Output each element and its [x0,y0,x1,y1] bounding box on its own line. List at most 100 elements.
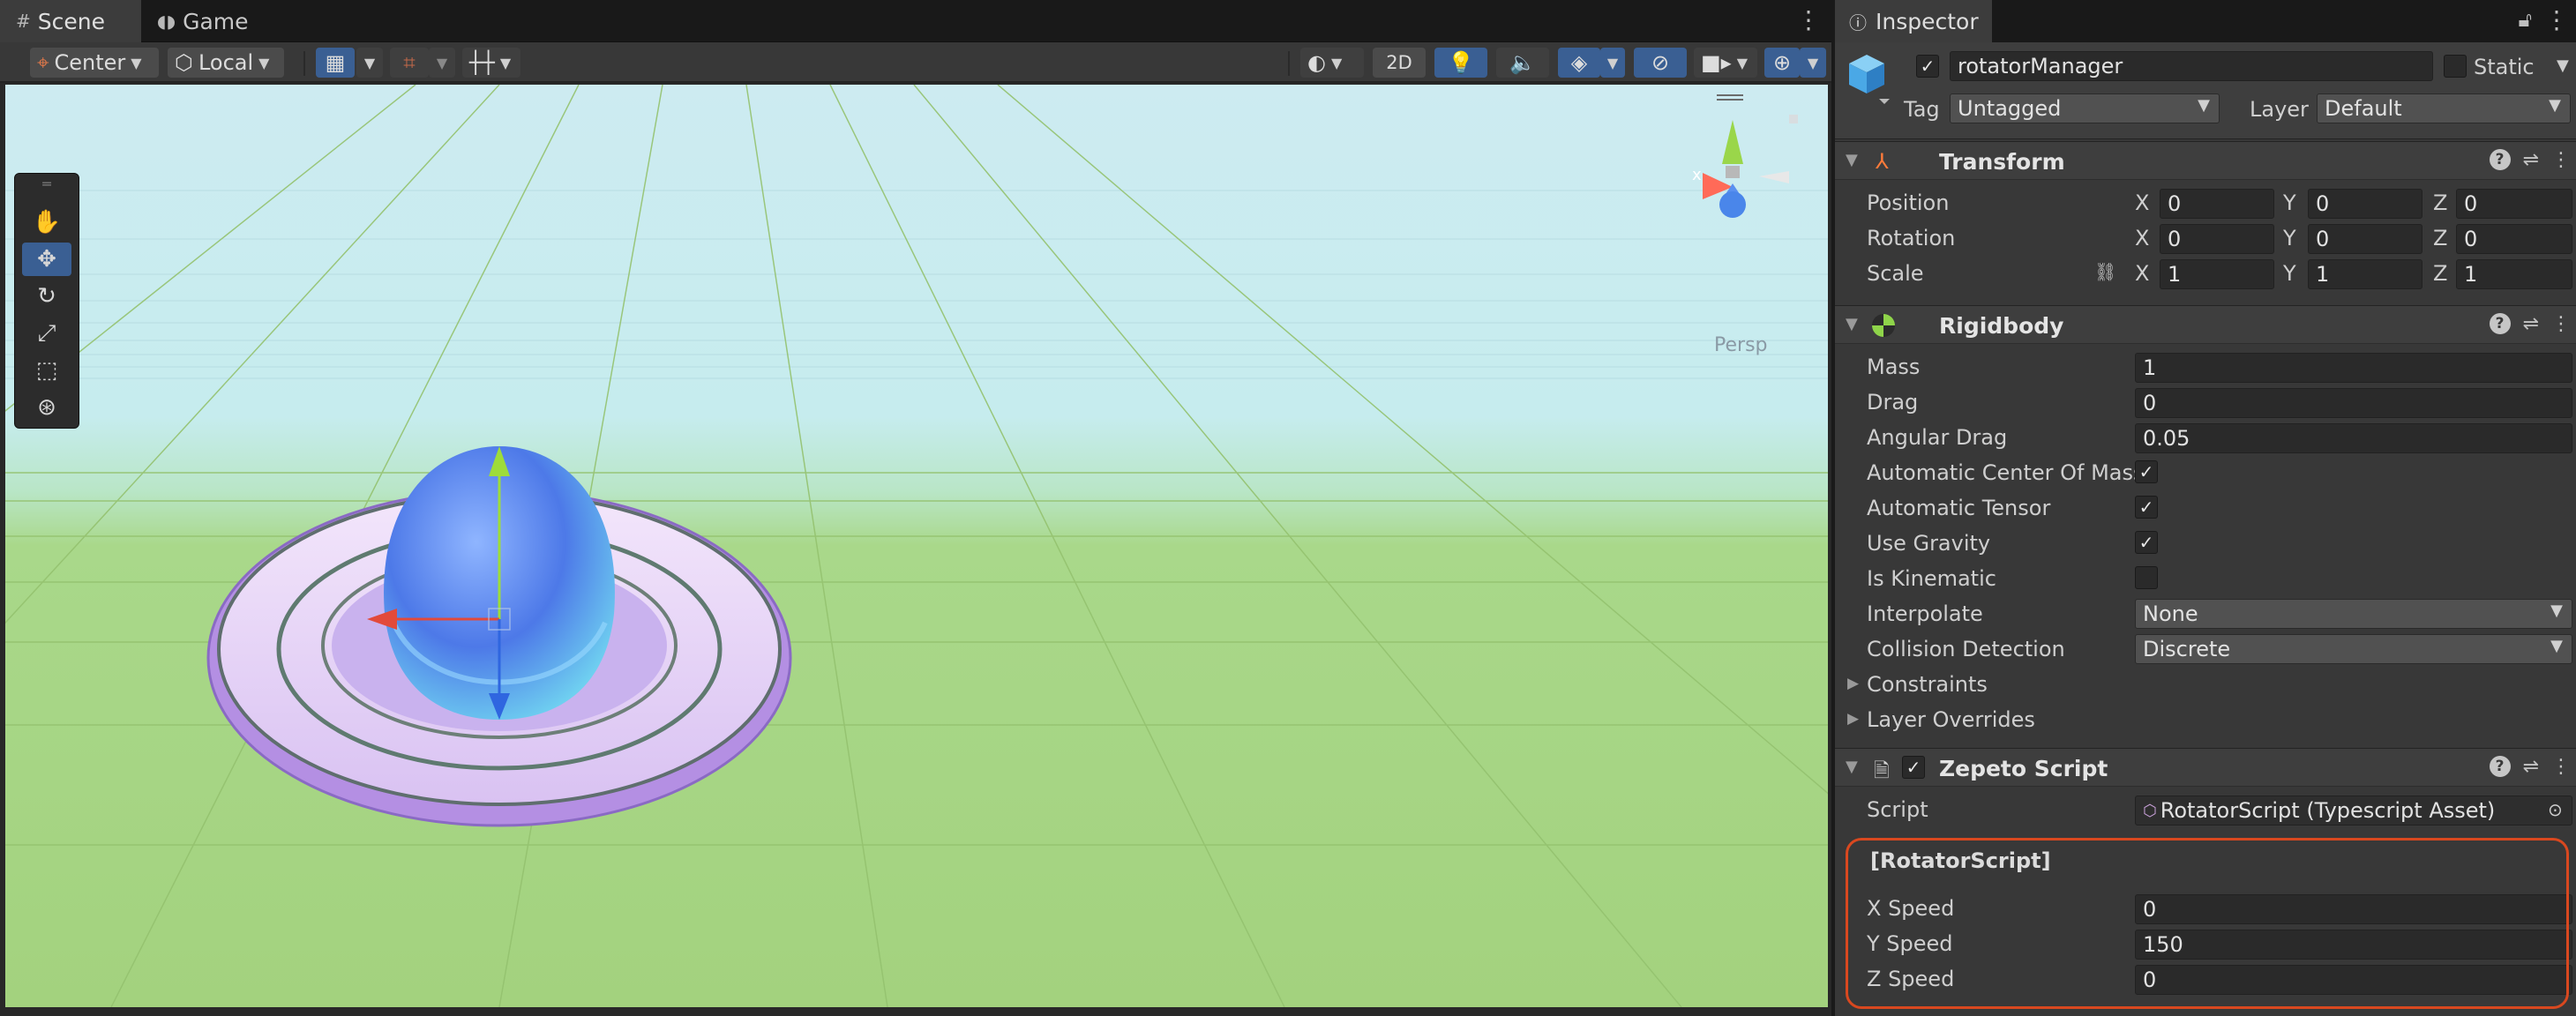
presets-sliders-icon[interactable]: ⇌ [2523,756,2539,778]
auto-com-checkbox[interactable]: ✓ [2135,460,2158,483]
constraints-foldout[interactable]: ▶ Constraints [1835,667,2576,702]
grid-snap-button[interactable]: ▦ [316,48,355,78]
layer-overrides-foldout[interactable]: ▶ Layer Overrides [1835,702,2576,737]
scene-toolbar: ⌖ Center ▼ ⬡ Local ▼ ▦ ▼ ⌗ ▼ ┼┼ ▼ ◐ ▼ 2D… [0,42,1831,83]
move-tool-button[interactable]: ✥ [22,243,71,276]
position-x-field[interactable]: 0 [2160,189,2274,219]
foldout-arrow-icon[interactable]: ▶ [1847,675,1859,692]
pivot-center-dropdown[interactable]: ⌖ Center ▼ [30,48,159,78]
axis-x-label: X [2135,190,2150,215]
foldout-arrow-icon[interactable]: ▼ [1846,315,1858,333]
rotation-y-field[interactable]: 0 [2308,224,2422,254]
presets-sliders-icon[interactable]: ⇌ [2523,149,2539,171]
ruler-snap-button[interactable]: ┼┼ ▼ [462,48,520,78]
scale-tool-button[interactable]: ⤢ [22,317,71,350]
x-speed-label: X Speed [1867,896,1955,921]
interpolate-dropdown[interactable]: None ▼ [2135,599,2572,629]
chevron-down-icon: ▼ [2549,96,2561,115]
tab-scene[interactable]: # Scene [0,0,141,42]
script-object-field[interactable]: ⬡ RotatorScript (Typescript Asset) [2135,796,2572,826]
static-checkbox[interactable] [2444,55,2467,78]
hand-tool-button[interactable]: ✋ [22,205,71,239]
orientation-gizmo[interactable]: x [1692,94,1798,218]
gizmo-globe-icon: ⊕ [1772,50,1792,75]
mass-field[interactable]: 1 [2135,353,2572,383]
grid-snap-dropdown[interactable]: ▼ [356,48,383,78]
link-constrain-icon[interactable]: ⛓ [2094,261,2116,282]
is-kinematic-row: Is Kinematic [1835,561,2576,596]
auto-tensor-checkbox[interactable]: ✓ [2135,496,2158,519]
z-speed-label: Z Speed [1867,967,1955,991]
is-kinematic-checkbox[interactable] [2135,566,2158,589]
transform-row-position: Position X 0 Y 0 Z 0 [1835,185,2576,220]
x-speed-field[interactable]: 0 [2135,894,2572,924]
z-speed-field[interactable]: 0 [2135,965,2572,995]
presets-sliders-icon[interactable]: ⇌ [2523,313,2539,335]
rigidbody-header[interactable]: ▼ Rigidbody ? ⇌ ⋮ [1835,305,2576,344]
lock-icon[interactable]: 🔓︎ [2518,7,2532,32]
angular-drag-field[interactable]: 0.05 [2135,423,2572,453]
draw-mode-dropdown[interactable]: ◐ ▼ [1300,48,1364,78]
tag-value: Untagged [1958,96,2062,121]
foldout-arrow-icon[interactable]: ▼ [1846,151,1858,169]
toggle-2d-button[interactable]: 2D [1373,48,1426,78]
gamepad-icon: ◖◗ [157,11,176,32]
collision-detection-row: Collision Detection Discrete ▼ [1835,631,2576,667]
rotate-tool-button[interactable]: ↻ [22,280,71,313]
object-picker-icon[interactable]: ⊙ [2548,799,2563,820]
component-menu-icon[interactable]: ⋮ [2551,313,2571,335]
layer-dropdown[interactable]: Default ▼ [2317,93,2571,123]
rotation-x-field[interactable]: 0 [2160,224,2274,254]
y-speed-field[interactable]: 150 [2135,930,2572,960]
audio-toggle-button[interactable]: 🔈 [1496,48,1549,78]
scale-x-field[interactable]: 1 [2160,259,2274,289]
gameobject-cube-icon[interactable] [1847,51,1891,106]
rect-tool-button[interactable]: ⬚ [22,354,71,387]
use-gravity-checkbox[interactable]: ✓ [2135,531,2158,554]
inspector-menu-icon[interactable]: ⋮ [2544,5,2569,34]
hidden-objects-button[interactable]: ⊘ [1634,48,1687,78]
zepeto-script-header[interactable]: ▼ 🗎 ✓ Zepeto Script ? ⇌ ⋮ [1835,748,2576,787]
rotation-z-field[interactable]: 0 [2456,224,2572,254]
component-menu-icon[interactable]: ⋮ [2551,149,2571,171]
position-y-field[interactable]: 0 [2308,189,2422,219]
script-value: RotatorScript (Typescript Asset) [2160,798,2496,823]
gizmos-button[interactable]: ⊕ [1764,48,1800,78]
increment-snap-dropdown[interactable]: ▼ [429,48,455,78]
transform-header[interactable]: ▼ ⅄ Transform ? ⇌ ⋮ [1835,141,2576,180]
lighting-toggle-button[interactable]: 💡 [1434,48,1487,78]
help-icon[interactable]: ? [2489,149,2511,170]
scene-menu-icon[interactable]: ⋮ [1796,5,1821,34]
foldout-arrow-icon[interactable]: ▼ [1846,758,1858,776]
tag-label: Tag [1904,97,1940,122]
axis-x-label: X [2135,261,2150,286]
script-enabled-checkbox[interactable]: ✓ [1902,756,1925,779]
static-dropdown-icon[interactable]: ▼ [2557,56,2569,75]
gizmos-dropdown[interactable]: ▼ [1800,48,1826,78]
tab-inspector[interactable]: ⓘ Inspector [1835,0,1992,42]
palette-handle-icon[interactable]: ═ [22,176,71,192]
scene-viewport[interactable]: x ═ ✋ ✥ ↻ ⤢ ⬚ ⊛ Persp [5,85,1828,1007]
object-name-field[interactable]: rotatorManager [1950,51,2433,81]
chevron-down-icon: ▼ [131,54,142,71]
tag-dropdown[interactable]: Untagged ▼ [1950,93,2220,123]
position-z-field[interactable]: 0 [2456,189,2572,219]
help-icon[interactable]: ? [2489,756,2511,777]
effects-toggle-button[interactable]: ◈ [1558,48,1600,78]
transform-tool-button[interactable]: ⊛ [22,391,71,424]
tab-game[interactable]: ◖◗ Game [141,0,265,42]
help-icon[interactable]: ? [2489,313,2511,334]
layer-value: Default [2325,96,2402,121]
collision-detection-dropdown[interactable]: Discrete ▼ [2135,634,2572,664]
space-local-dropdown[interactable]: ⬡ Local ▼ [168,48,284,78]
increment-snap-button[interactable]: ⌗ [390,48,429,78]
camera-settings-dropdown[interactable]: ■▸ ▼ [1694,48,1757,78]
projection-label[interactable]: Persp [1714,334,1768,356]
object-active-checkbox[interactable]: ✓ [1916,55,1939,78]
scale-y-field[interactable]: 1 [2308,259,2422,289]
foldout-arrow-icon[interactable]: ▶ [1847,710,1859,728]
scale-z-field[interactable]: 1 [2456,259,2572,289]
drag-field[interactable]: 0 [2135,388,2572,418]
effects-dropdown[interactable]: ▼ [1600,48,1625,78]
component-menu-icon[interactable]: ⋮ [2551,756,2571,778]
